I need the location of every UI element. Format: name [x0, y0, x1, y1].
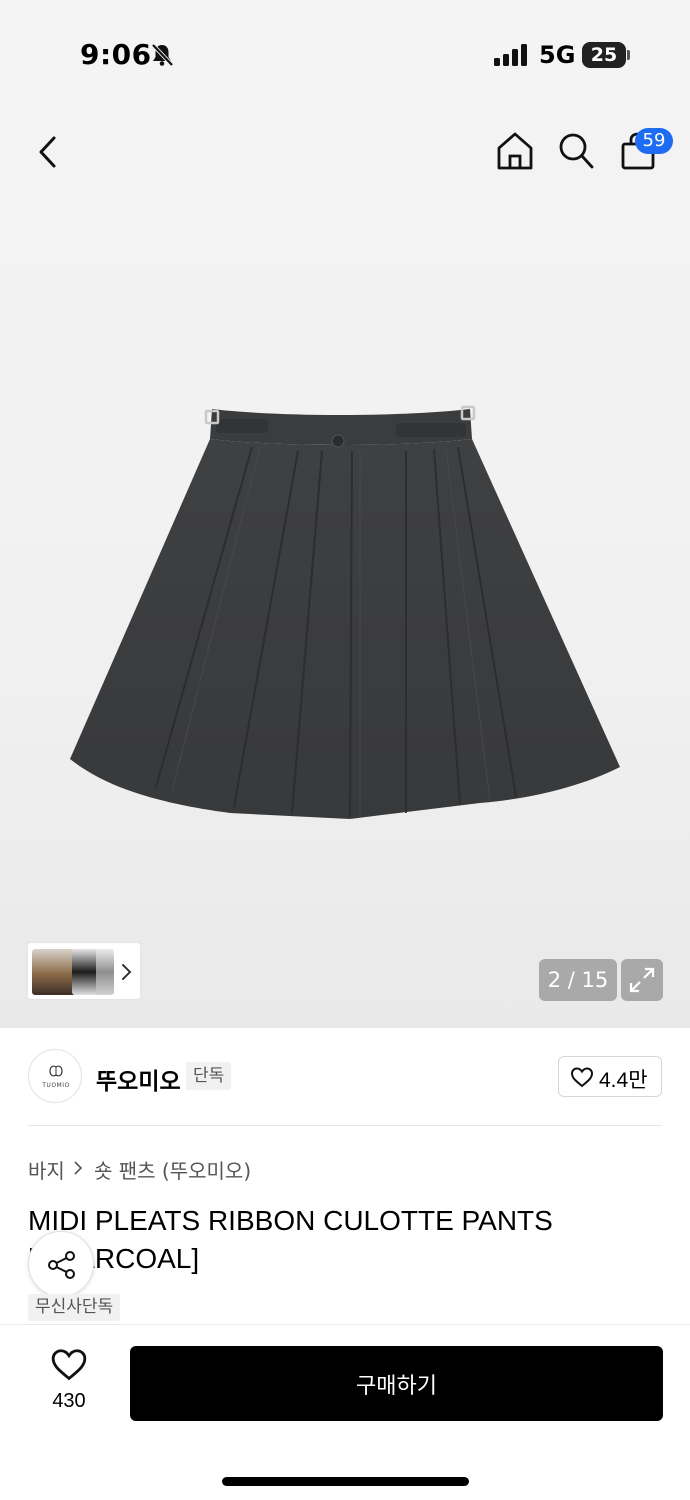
- home-icon[interactable]: [494, 130, 536, 172]
- divider: [28, 1125, 662, 1126]
- brand-name[interactable]: 뚜오미오: [96, 1062, 181, 1096]
- related-thumbnails[interactable]: [27, 942, 141, 1000]
- brand-like-button[interactable]: 4.4만: [558, 1056, 662, 1097]
- breadcrumb-category[interactable]: 바지: [28, 1155, 65, 1184]
- image-counter: 2 / 15: [539, 959, 617, 1001]
- exclusive-badge: 단독: [186, 1062, 232, 1090]
- cart-count-badge: 59: [635, 128, 673, 154]
- expand-button[interactable]: [621, 959, 663, 1001]
- heart-icon: [51, 1349, 87, 1381]
- brand-logo[interactable]: TUOMIO: [28, 1049, 82, 1103]
- thumbnail-image: [32, 949, 76, 995]
- product-title: MIDI PLEATS RIBBON CULOTTE PANTS [CHARCO…: [28, 1205, 553, 1274]
- brand-like-count: 4.4만: [599, 1069, 648, 1092]
- back-icon[interactable]: [30, 132, 66, 172]
- signal-icon: [494, 44, 527, 66]
- product-image[interactable]: [60, 395, 630, 825]
- home-indicator: [222, 1477, 469, 1486]
- battery-icon: 25: [582, 42, 630, 68]
- chevron-right-icon: [122, 964, 132, 980]
- wishlist-button[interactable]: 430: [36, 1348, 102, 1418]
- search-icon[interactable]: [556, 130, 596, 172]
- bell-off-icon: [151, 43, 174, 67]
- breadcrumb-subcategory[interactable]: 숏 팬츠 (뚜오미오): [94, 1155, 251, 1184]
- buy-button[interactable]: 구매하기: [130, 1346, 663, 1421]
- battery-level: 25: [590, 44, 618, 66]
- thumbnail-image: [96, 949, 114, 995]
- brand-logo-mark: [49, 1065, 63, 1077]
- share-icon: [48, 1251, 75, 1279]
- heart-icon: [570, 1067, 594, 1088]
- wishlist-count: 430: [52, 1390, 86, 1412]
- status-time: 9:06: [80, 38, 152, 71]
- network-type: 5G: [539, 41, 576, 69]
- expand-icon: [629, 967, 655, 993]
- chevron-right-icon: [74, 1161, 83, 1175]
- brand-logo-text: TUOMIO: [42, 1082, 70, 1089]
- musinsa-exclusive-tag: 무신사단독: [28, 1294, 121, 1321]
- share-button[interactable]: [28, 1231, 94, 1297]
